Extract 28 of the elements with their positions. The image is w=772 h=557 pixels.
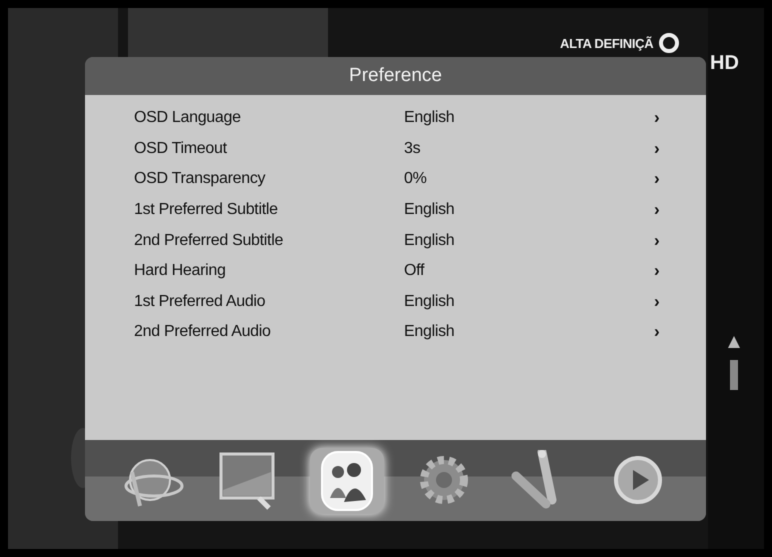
channel-logo-icon <box>659 33 680 53</box>
setting-value: English <box>404 323 456 342</box>
setting-value: English <box>404 109 456 128</box>
setting-label[interactable]: OSD Timeout <box>134 140 404 158</box>
chevron-icon: › <box>654 169 706 190</box>
setting-label[interactable]: 1st Preferred Subtitle <box>134 201 404 220</box>
setting-label[interactable]: 2nd Preferred Subtitle <box>134 232 404 250</box>
chevron-icon: › <box>654 261 706 282</box>
hd-label: HD <box>710 52 739 75</box>
channel-name: ALTA DEFINIÇÃ <box>560 36 654 50</box>
setting-value: English <box>404 201 456 220</box>
setting-label[interactable]: OSD Transparency <box>134 170 404 188</box>
chevron-icon: › <box>654 200 706 220</box>
chevron-icon: › <box>654 230 706 251</box>
setting-value: 3s <box>404 140 422 158</box>
chevron-icon: › <box>654 322 706 342</box>
setting-value: Off <box>404 262 426 280</box>
setting-value: English <box>404 292 456 311</box>
chevron-icon: › <box>654 138 706 159</box>
setting-value: English <box>404 232 456 250</box>
setting-label[interactable]: OSD Language <box>134 109 404 128</box>
setting-label[interactable]: Hard Hearing <box>134 262 404 280</box>
setting-value: 0% <box>404 170 428 188</box>
chevron-icon: › <box>654 292 706 312</box>
setting-label[interactable]: 2nd Preferred Audio <box>134 323 404 342</box>
setting-label[interactable]: 1st Preferred Audio <box>134 292 404 311</box>
chevron-icon: › <box>654 108 706 128</box>
window-title: Preference <box>349 65 442 87</box>
